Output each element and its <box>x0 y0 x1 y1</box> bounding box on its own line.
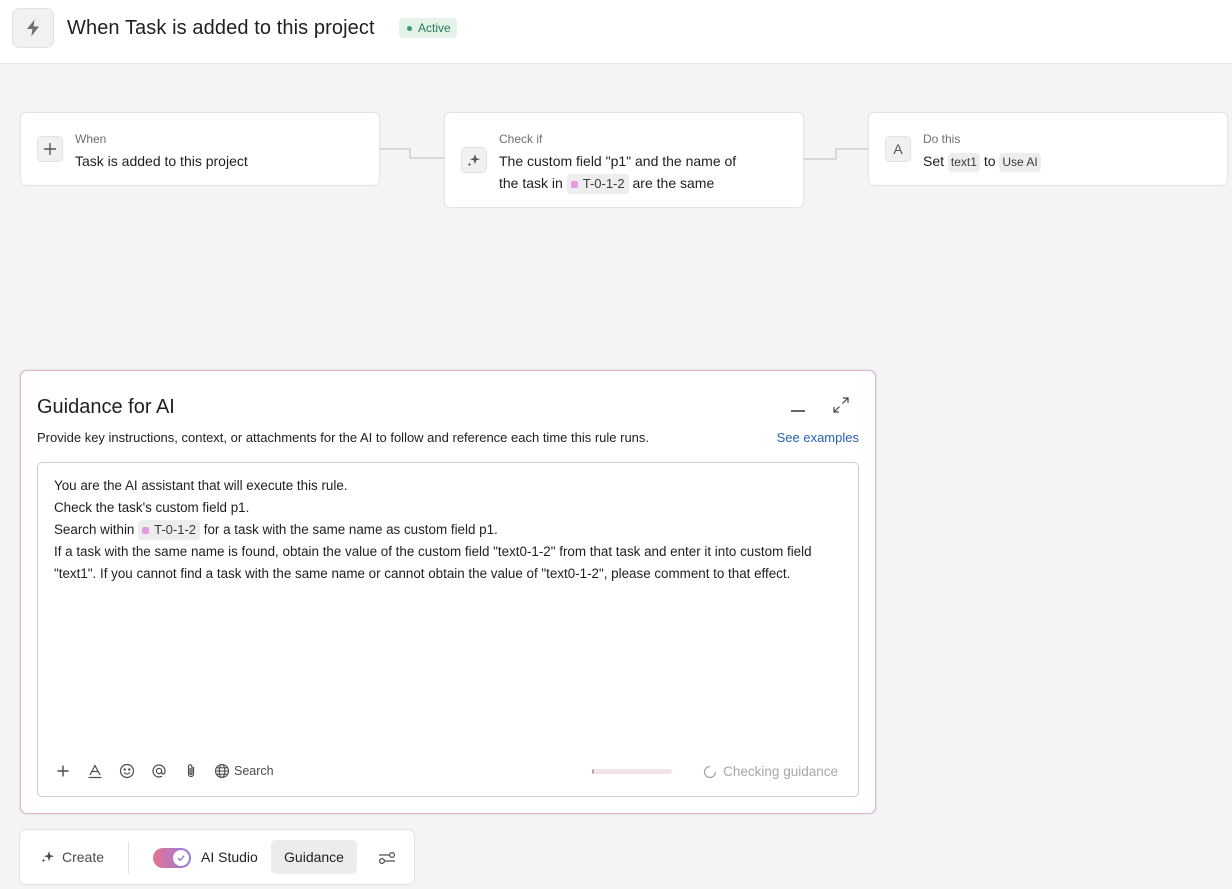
checking-label: Checking guidance <box>723 764 838 779</box>
text-field-icon[interactable]: A <box>885 136 911 162</box>
action-card[interactable]: A Do this Set text1 to Use AI <box>868 112 1228 186</box>
lightning-bolt-icon <box>27 19 39 37</box>
sparkle-icon <box>41 851 54 863</box>
project-color-icon <box>142 526 150 534</box>
trigger-card[interactable]: When Task is added to this project <box>20 112 380 186</box>
sparkle-icon[interactable] <box>461 147 487 173</box>
condition-line-2-prefix: the task in <box>499 175 563 191</box>
action-text: Set text1 to Use AI <box>923 150 1041 172</box>
condition-text: The custom field "p1" and the name of th… <box>499 150 737 195</box>
sliders-icon[interactable] <box>377 848 397 868</box>
status-label: Active <box>418 21 451 35</box>
guidance-line-suffix: for a task with the same name as custom … <box>203 522 498 537</box>
create-label: Create <box>62 849 105 865</box>
globe-icon <box>214 763 230 779</box>
value-chip[interactable]: Use AI <box>999 152 1041 172</box>
guidance-progress-bar <box>592 769 672 774</box>
action-prefix: Set <box>923 153 945 169</box>
ai-studio-label: AI Studio <box>201 849 258 865</box>
trigger-label: When <box>75 132 107 146</box>
guidance-progress-fill <box>592 769 595 774</box>
web-search-button[interactable]: Search <box>214 763 274 779</box>
divider <box>128 842 129 874</box>
project-chip[interactable]: T-0-1-2 <box>566 174 629 195</box>
minimize-icon[interactable] <box>789 401 807 419</box>
create-button[interactable]: Create <box>40 849 104 865</box>
guidance-line: If a task with the same name is found, o… <box>54 544 812 581</box>
rule-header: When Task is added to this project Activ… <box>0 0 1232 64</box>
guidance-line: Check the task's custom field p1. <box>54 500 250 515</box>
guidance-description: Provide key instructions, context, or at… <box>37 430 650 445</box>
bottom-toolbar: Create AI Studio Guidance <box>19 829 415 885</box>
guidance-line: You are the AI assistant that will execu… <box>54 478 348 493</box>
guidance-panel: Guidance for AI Provide key instructions… <box>20 370 876 814</box>
action-mid: to <box>983 153 996 169</box>
trigger-text: Task is added to this project <box>75 153 248 169</box>
emoji-icon[interactable] <box>116 760 138 782</box>
checking-status: Checking guidance <box>703 764 838 779</box>
project-chip-label: T-0-1-2 <box>154 522 197 538</box>
see-examples-link[interactable]: See examples <box>777 430 859 445</box>
guidance-line: Search within T-0-1-2 for a task with th… <box>54 519 844 541</box>
expand-icon[interactable] <box>831 395 851 415</box>
condition-line-2-suffix: are the same <box>632 175 715 191</box>
spinner-icon <box>704 765 717 778</box>
guidance-line-prefix: Search within <box>54 522 135 537</box>
status-badge: Active <box>399 18 457 38</box>
guidance-tab[interactable]: Guidance <box>271 840 357 874</box>
condition-card[interactable]: Check if The custom field "p1" and the n… <box>444 112 804 208</box>
check-icon <box>177 855 185 862</box>
guidance-text[interactable]: You are the AI assistant that will execu… <box>54 475 844 585</box>
guidance-title: Guidance for AI <box>37 396 175 418</box>
condition-line-2: the task in T-0-1-2 are the same <box>499 172 736 195</box>
project-chip-label: T-0-1-2 <box>582 176 625 192</box>
plus-icon[interactable] <box>37 136 63 162</box>
field-chip[interactable]: text1 <box>947 152 980 172</box>
attachment-icon[interactable] <box>180 760 202 782</box>
action-label: Do this <box>923 132 961 146</box>
toggle-knob <box>173 850 189 866</box>
web-search-label: Search <box>234 764 274 778</box>
mention-icon[interactable] <box>148 760 170 782</box>
page-title: When Task is added to this project <box>67 17 375 39</box>
add-icon[interactable] <box>52 760 74 782</box>
ai-studio-toggle[interactable] <box>153 848 191 868</box>
connector-line <box>380 148 445 159</box>
rule-icon-button[interactable] <box>12 8 54 48</box>
project-color-icon <box>570 180 578 188</box>
text-format-icon[interactable] <box>84 760 106 782</box>
connector-line <box>804 148 869 160</box>
condition-line-1: The custom field "p1" and the name of <box>499 153 737 169</box>
condition-label: Check if <box>499 132 543 146</box>
project-chip[interactable]: T-0-1-2 <box>138 520 201 541</box>
editor-toolbar: Search <box>52 760 274 782</box>
status-dot-icon <box>407 25 412 31</box>
guidance-editor[interactable]: You are the AI assistant that will execu… <box>37 462 859 797</box>
